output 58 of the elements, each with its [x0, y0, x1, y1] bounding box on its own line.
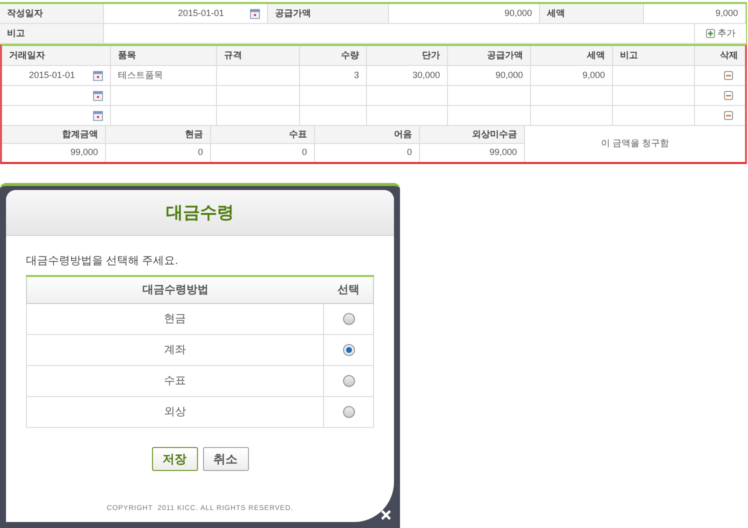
radio-button[interactable] — [342, 344, 354, 356]
table-cell: 0 — [106, 144, 211, 162]
column-header: 거래일자 — [2, 46, 111, 66]
field-value: 9,000 — [644, 4, 746, 24]
table-cell: 0 — [211, 144, 315, 162]
calendar-icon[interactable] — [93, 110, 103, 120]
column-header: 규격 — [217, 46, 300, 66]
table-cell-text: 2015-01-01 — [28, 68, 75, 82]
column-header: 비고 — [613, 46, 695, 66]
table-cell: 30,000 — [367, 66, 448, 86]
option-label: 현금 — [164, 312, 186, 327]
field-label: 비고 — [0, 24, 104, 44]
column-header: 합계금액 — [2, 126, 106, 144]
option-label: 수표 — [164, 374, 186, 389]
empty-cell — [300, 86, 367, 106]
table-cell: 99,000 — [2, 144, 106, 162]
column-header: 세액 — [531, 46, 613, 66]
radio-button[interactable] — [342, 375, 354, 387]
prompt-text: 대금수령방법을 선택해 주세요. — [26, 254, 180, 269]
plus-icon — [706, 29, 714, 38]
save-button[interactable]: 저장 — [152, 447, 198, 471]
column-header: 선택 — [338, 282, 360, 298]
column-header: 외상미수금 — [420, 126, 525, 144]
remove-icon[interactable] — [724, 71, 733, 80]
column-header: 수량 — [300, 46, 367, 66]
remove-icon[interactable] — [724, 111, 733, 120]
radio-button[interactable] — [342, 406, 354, 418]
option-label: 외상 — [164, 404, 186, 420]
field-label: 공급가액 — [268, 4, 389, 24]
memo-field[interactable] — [104, 24, 695, 44]
column-header: 삭제 — [695, 46, 745, 66]
cancel-button[interactable]: 취소 — [202, 447, 248, 471]
field-label: 작성일자 — [0, 4, 104, 24]
table-cell: 99,000 — [420, 144, 525, 162]
column-header: 대금수령방법 — [142, 282, 208, 298]
option-label: 계좌 — [164, 342, 186, 358]
remove-icon[interactable] — [724, 91, 733, 100]
claim-note: 이 금액을 청구함 — [600, 137, 669, 150]
column-header: 어음 — [315, 126, 420, 144]
column-header: 현금 — [106, 126, 211, 144]
column-header: 공급가액 — [448, 46, 531, 66]
dialog-title: 대금수령 — [166, 202, 234, 224]
radio-button[interactable] — [342, 313, 354, 325]
column-header: 품목 — [111, 46, 217, 66]
calendar-icon[interactable] — [250, 8, 260, 18]
table-cell: 9,000 — [531, 66, 613, 86]
column-header: 수표 — [211, 126, 315, 144]
table-cell: 0 — [315, 144, 420, 162]
add-button[interactable]: 추가 — [695, 24, 746, 44]
table-cell: 3 — [300, 66, 367, 86]
column-header: 단가 — [367, 46, 448, 66]
field-label: 세액 — [540, 4, 644, 24]
table-cell: 90,000 — [448, 66, 531, 86]
calendar-icon[interactable] — [93, 70, 103, 80]
close-icon[interactable] — [380, 509, 392, 521]
field-value: 2015-01-01 — [178, 6, 224, 20]
calendar-icon[interactable] — [93, 90, 103, 100]
table-cell: 테스트품목 — [111, 66, 217, 86]
